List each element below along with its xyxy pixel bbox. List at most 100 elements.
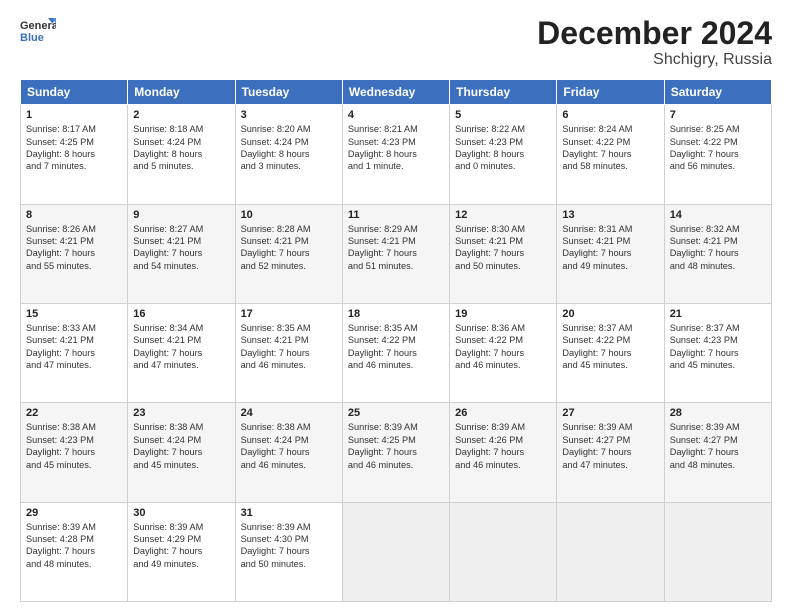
- calendar-cell: 8 Sunrise: 8:26 AMSunset: 4:21 PMDaylight…: [21, 204, 128, 303]
- calendar-cell: 31Sunrise: 8:39 AMSunset: 4:30 PMDayligh…: [235, 502, 342, 601]
- calendar-cell: 29Sunrise: 8:39 AMSunset: 4:28 PMDayligh…: [21, 502, 128, 601]
- calendar-cell: 2 Sunrise: 8:18 AMSunset: 4:24 PMDaylight…: [128, 105, 235, 204]
- weekday-header-friday: Friday: [557, 80, 664, 105]
- cell-info: Sunrise: 8:32 AMSunset: 4:21 PMDaylight:…: [670, 223, 766, 273]
- calendar-cell: 4Sunrise: 8:21 AMSunset: 4:23 PMDaylight…: [342, 105, 449, 204]
- cell-info: Sunrise: 8:39 AMSunset: 4:25 PMDaylight:…: [348, 421, 444, 471]
- weekday-header-sunday: Sunday: [21, 80, 128, 105]
- cell-info: Sunrise: 8:37 AMSunset: 4:22 PMDaylight:…: [562, 322, 658, 372]
- calendar-cell: 12Sunrise: 8:30 AMSunset: 4:21 PMDayligh…: [450, 204, 557, 303]
- calendar-cell: 24 Sunrise: 8:38 AMSunset: 4:24 PMDayligh…: [235, 403, 342, 502]
- day-number: 30: [133, 507, 229, 519]
- day-number: 10: [241, 209, 337, 221]
- day-number: 11: [348, 209, 444, 221]
- calendar-week-2: 8 Sunrise: 8:26 AMSunset: 4:21 PMDaylight…: [21, 204, 772, 303]
- cell-info: Sunrise: 8:26 AMSunset: 4:21 PMDaylight:…: [26, 223, 122, 273]
- day-number: 19: [455, 308, 551, 320]
- calendar-week-3: 15 Sunrise: 8:33 AMSunset: 4:21 PMDayligh…: [21, 303, 772, 402]
- cell-info: Sunrise: 8:31 AMSunset: 4:21 PMDaylight:…: [562, 223, 658, 273]
- cell-info: Sunrise: 8:24 AMSunset: 4:22 PMDaylight:…: [562, 123, 658, 173]
- calendar-table: SundayMondayTuesdayWednesdayThursdayFrid…: [20, 79, 772, 602]
- day-number: 22: [26, 407, 122, 419]
- cell-info: Sunrise: 8:18 AMSunset: 4:24 PMDaylight:…: [133, 123, 229, 173]
- cell-info: Sunrise: 8:39 AMSunset: 4:28 PMDaylight:…: [26, 521, 122, 571]
- calendar-cell: [342, 502, 449, 601]
- day-number: 31: [241, 507, 337, 519]
- calendar-cell: 28Sunrise: 8:39 AMSunset: 4:27 PMDayligh…: [664, 403, 771, 502]
- cell-info: Sunrise: 8:39 AMSunset: 4:27 PMDaylight:…: [670, 421, 766, 471]
- calendar-cell: 10Sunrise: 8:28 AMSunset: 4:21 PMDayligh…: [235, 204, 342, 303]
- cell-info: Sunrise: 8:38 AMSunset: 4:24 PMDaylight:…: [133, 421, 229, 471]
- calendar-week-5: 29Sunrise: 8:39 AMSunset: 4:28 PMDayligh…: [21, 502, 772, 601]
- calendar-cell: 7Sunrise: 8:25 AMSunset: 4:22 PMDaylight…: [664, 105, 771, 204]
- cell-info: Sunrise: 8:37 AMSunset: 4:23 PMDaylight:…: [670, 322, 766, 372]
- day-number: 15: [26, 308, 122, 320]
- day-number: 7: [670, 109, 766, 121]
- cell-info: Sunrise: 8:39 AMSunset: 4:26 PMDaylight:…: [455, 421, 551, 471]
- calendar-cell: 5 Sunrise: 8:22 AMSunset: 4:23 PMDaylight…: [450, 105, 557, 204]
- calendar-cell: 18 Sunrise: 8:35 AMSunset: 4:22 PMDayligh…: [342, 303, 449, 402]
- calendar-cell: 6 Sunrise: 8:24 AMSunset: 4:22 PMDaylight…: [557, 105, 664, 204]
- day-number: 24: [241, 407, 337, 419]
- generalblue-logo-icon: General Blue: [20, 16, 56, 46]
- calendar-cell: 27 Sunrise: 8:39 AMSunset: 4:27 PMDayligh…: [557, 403, 664, 502]
- calendar-cell: 3 Sunrise: 8:20 AMSunset: 4:24 PMDaylight…: [235, 105, 342, 204]
- cell-info: Sunrise: 8:22 AMSunset: 4:23 PMDaylight:…: [455, 123, 551, 173]
- day-number: 17: [241, 308, 337, 320]
- day-number: 1: [26, 109, 122, 121]
- cell-info: Sunrise: 8:34 AMSunset: 4:21 PMDaylight:…: [133, 322, 229, 372]
- cell-info: Sunrise: 8:35 AMSunset: 4:22 PMDaylight:…: [348, 322, 444, 372]
- cell-info: Sunrise: 8:39 AMSunset: 4:27 PMDaylight:…: [562, 421, 658, 471]
- day-number: 12: [455, 209, 551, 221]
- cell-info: Sunrise: 8:39 AMSunset: 4:29 PMDaylight:…: [133, 521, 229, 571]
- day-number: 2: [133, 109, 229, 121]
- cell-info: Sunrise: 8:20 AMSunset: 4:24 PMDaylight:…: [241, 123, 337, 173]
- calendar-cell: 19 Sunrise: 8:36 AMSunset: 4:22 PMDayligh…: [450, 303, 557, 402]
- day-number: 5: [455, 109, 551, 121]
- day-number: 23: [133, 407, 229, 419]
- cell-info: Sunrise: 8:35 AMSunset: 4:21 PMDaylight:…: [241, 322, 337, 372]
- day-number: 20: [562, 308, 658, 320]
- day-number: 3: [241, 109, 337, 121]
- header: General Blue December 2024 Shchigry, Rus…: [20, 16, 772, 69]
- day-number: 6: [562, 109, 658, 121]
- calendar-cell: 26 Sunrise: 8:39 AMSunset: 4:26 PMDayligh…: [450, 403, 557, 502]
- cell-info: Sunrise: 8:38 AMSunset: 4:24 PMDaylight:…: [241, 421, 337, 471]
- day-number: 21: [670, 308, 766, 320]
- weekday-header-thursday: Thursday: [450, 80, 557, 105]
- calendar-cell: 30 Sunrise: 8:39 AMSunset: 4:29 PMDayligh…: [128, 502, 235, 601]
- calendar-cell: 13 Sunrise: 8:31 AMSunset: 4:21 PMDayligh…: [557, 204, 664, 303]
- svg-text:Blue: Blue: [20, 32, 44, 44]
- calendar-cell: 20 Sunrise: 8:37 AMSunset: 4:22 PMDayligh…: [557, 303, 664, 402]
- day-number: 4: [348, 109, 444, 121]
- location-title: Shchigry, Russia: [537, 51, 772, 69]
- weekday-header-wednesday: Wednesday: [342, 80, 449, 105]
- calendar-cell: [450, 502, 557, 601]
- cell-info: Sunrise: 8:33 AMSunset: 4:21 PMDaylight:…: [26, 322, 122, 372]
- cell-info: Sunrise: 8:27 AMSunset: 4:21 PMDaylight:…: [133, 223, 229, 273]
- calendar-cell: 11 Sunrise: 8:29 AMSunset: 4:21 PMDayligh…: [342, 204, 449, 303]
- cell-info: Sunrise: 8:36 AMSunset: 4:22 PMDaylight:…: [455, 322, 551, 372]
- day-number: 27: [562, 407, 658, 419]
- day-number: 16: [133, 308, 229, 320]
- day-number: 14: [670, 209, 766, 221]
- cell-info: Sunrise: 8:29 AMSunset: 4:21 PMDaylight:…: [348, 223, 444, 273]
- weekday-header-tuesday: Tuesday: [235, 80, 342, 105]
- title-block: December 2024 Shchigry, Russia: [537, 16, 772, 69]
- calendar-cell: [664, 502, 771, 601]
- calendar-cell: 9 Sunrise: 8:27 AMSunset: 4:21 PMDaylight…: [128, 204, 235, 303]
- day-number: 9: [133, 209, 229, 221]
- day-number: 26: [455, 407, 551, 419]
- page: General Blue December 2024 Shchigry, Rus…: [0, 0, 792, 612]
- calendar-cell: 21 Sunrise: 8:37 AMSunset: 4:23 PMDayligh…: [664, 303, 771, 402]
- calendar-cell: 17 Sunrise: 8:35 AMSunset: 4:21 PMDayligh…: [235, 303, 342, 402]
- svg-text:General: General: [20, 20, 56, 32]
- calendar-cell: 22Sunrise: 8:38 AMSunset: 4:23 PMDayligh…: [21, 403, 128, 502]
- day-number: 13: [562, 209, 658, 221]
- calendar-cell: 25Sunrise: 8:39 AMSunset: 4:25 PMDayligh…: [342, 403, 449, 502]
- day-number: 18: [348, 308, 444, 320]
- calendar-week-1: 1Sunrise: 8:17 AMSunset: 4:25 PMDaylight…: [21, 105, 772, 204]
- day-number: 8: [26, 209, 122, 221]
- calendar-week-4: 22Sunrise: 8:38 AMSunset: 4:23 PMDayligh…: [21, 403, 772, 502]
- calendar-cell: 15 Sunrise: 8:33 AMSunset: 4:21 PMDayligh…: [21, 303, 128, 402]
